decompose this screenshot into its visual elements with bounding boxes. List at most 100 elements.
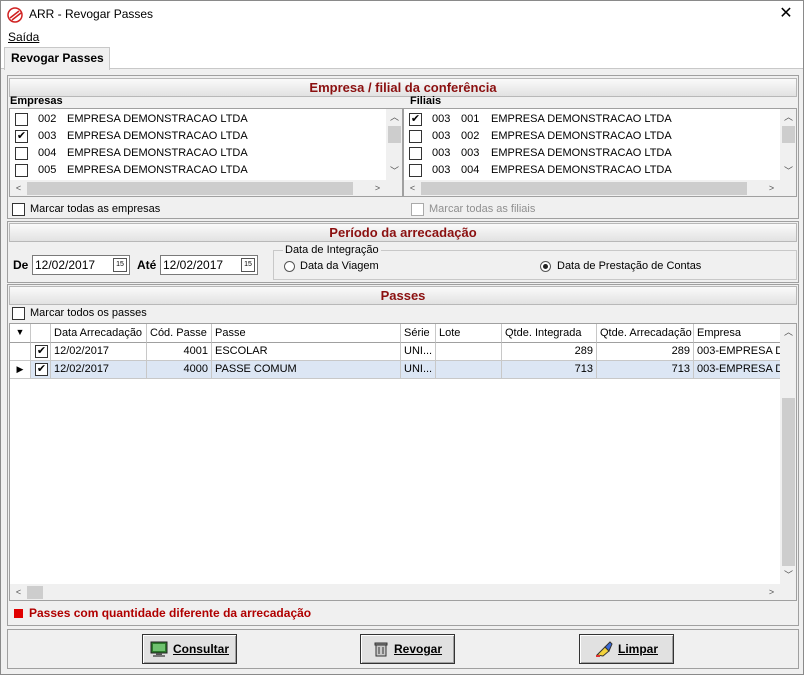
col-qtde-arrecadacao[interactable]: Qtde. Arrecadação [597, 324, 694, 343]
scroll-down-icon[interactable]: ﹀ [386, 163, 402, 180]
close-window-button[interactable]: ✕ [771, 3, 801, 27]
ate-label: Até [137, 258, 157, 272]
scroll-left-icon[interactable]: < [10, 584, 27, 600]
legend-text: Passes com quantidade diferente da arrec… [29, 606, 312, 620]
consultar-button[interactable]: Consultar [142, 634, 237, 664]
scroll-up-icon[interactable]: ︿ [780, 109, 796, 126]
empresa-code: 002 [38, 113, 57, 125]
scroll-thumb[interactable] [388, 126, 401, 143]
cell-passe: PASSE COMUM [212, 361, 401, 379]
row-checkbox[interactable]: ✔ [35, 345, 48, 358]
list-item[interactable]: ✔ 003 001 EMPRESA DEMONSTRACAO LTDA [404, 111, 796, 128]
grid-hscroll[interactable]: < > [10, 584, 780, 600]
ate-date-field[interactable]: 12/02/2017 15 [160, 255, 258, 275]
cell-data: 12/02/2017 [51, 343, 147, 361]
radio-data-viagem[interactable] [284, 261, 295, 272]
integracao-label: Data de Integração [283, 244, 381, 256]
limpar-button[interactable]: Limpar [579, 634, 674, 664]
scroll-down-icon[interactable]: ﹀ [780, 567, 796, 584]
empresas-vscroll[interactable]: ︿ ﹀ [386, 109, 402, 180]
list-item[interactable]: 002 EMPRESA DEMONSTRACAO LTDA [10, 111, 402, 128]
empresa-checkbox[interactable] [15, 113, 28, 126]
scroll-right-icon[interactable]: > [763, 584, 780, 600]
col-lote[interactable]: Lote [436, 324, 502, 343]
list-item[interactable]: ✔ 003 EMPRESA DEMONSTRACAO LTDA [10, 128, 402, 145]
empresa-name: EMPRESA DEMONSTRACAO LTDA [67, 164, 248, 176]
row-indicator[interactable] [10, 343, 31, 361]
list-item[interactable]: 003 003 EMPRESA DEMONSTRACAO LTDA [404, 145, 796, 162]
empresa-checkbox[interactable]: ✔ [15, 130, 28, 143]
data-viagem-label: Data da Viagem [300, 260, 379, 272]
list-item[interactable]: 003 002 EMPRESA DEMONSTRACAO LTDA [404, 128, 796, 145]
empresas-listbox[interactable]: 002 EMPRESA DEMONSTRACAO LTDA ✔ 003 EMPR… [9, 108, 403, 197]
filial-empresa-code: 003 [432, 130, 451, 142]
filial-checkbox[interactable] [409, 164, 422, 177]
col-qtde-integrada[interactable]: Qtde. Integrada [502, 324, 597, 343]
filial-code: 003 [461, 147, 480, 159]
empresa-checkbox[interactable] [15, 147, 28, 160]
filiais-listbox[interactable]: ✔ 003 001 EMPRESA DEMONSTRACAO LTDA 003 … [403, 108, 797, 197]
col-data-arrecadacao[interactable]: Data Arrecadação [51, 324, 147, 343]
scroll-thumb[interactable] [782, 398, 795, 566]
scroll-thumb[interactable] [421, 182, 747, 195]
cell-cod: 4000 [147, 361, 212, 379]
radio-data-prestacao[interactable] [540, 261, 551, 272]
menu-saida[interactable]: Saída [8, 30, 39, 44]
scroll-up-icon[interactable]: ︿ [386, 109, 402, 126]
tab-revogar-passes[interactable]: Revogar Passes [4, 47, 110, 70]
filiais-vscroll[interactable]: ︿ ﹀ [780, 109, 796, 180]
scroll-thumb[interactable] [27, 182, 353, 195]
cell-empresa: 003-EMPRESA D [694, 361, 781, 379]
grid-vscroll[interactable]: ︿ ﹀ [780, 324, 796, 584]
marcar-empresas-checkbox[interactable] [12, 203, 25, 216]
tab-strip: Revogar Passes [1, 47, 803, 70]
empresas-label: Empresas [10, 95, 63, 107]
filial-empresa-code: 003 [432, 113, 451, 125]
current-row-arrow-icon[interactable]: ▶ [10, 361, 31, 379]
limpar-label: Limpar [617, 642, 658, 656]
de-label: De [13, 258, 29, 272]
filial-checkbox[interactable] [409, 130, 422, 143]
filiais-hscroll[interactable]: < > [404, 180, 796, 196]
col-passe[interactable]: Passe [212, 324, 401, 343]
scroll-left-icon[interactable]: < [404, 180, 421, 196]
table-row-check-cell[interactable]: ✔ [31, 343, 51, 361]
scroll-left-icon[interactable]: < [10, 180, 27, 196]
scroll-up-icon[interactable]: ︿ [780, 324, 796, 341]
col-serie[interactable]: Série [401, 324, 436, 343]
row-checkbox[interactable]: ✔ [35, 363, 48, 376]
cell-lote [436, 343, 502, 361]
cell-qtde-integrada: 289 [502, 343, 597, 361]
empresa-checkbox[interactable] [15, 164, 28, 177]
filial-checkbox[interactable]: ✔ [409, 113, 422, 126]
revogar-button[interactable]: Revogar [360, 634, 455, 664]
data-prestacao-label: Data de Prestação de Contas [557, 260, 702, 272]
cell-qtde-arrecadacao: 713 [597, 361, 694, 379]
marcar-passes-checkbox[interactable] [12, 307, 25, 320]
calendar-icon[interactable]: 15 [241, 258, 255, 272]
col-empresa[interactable]: Empresa [694, 324, 781, 343]
filial-empresa-code: 003 [432, 164, 451, 176]
de-date-value: 12/02/2017 [35, 258, 96, 272]
scroll-down-icon[interactable]: ﹀ [780, 163, 796, 180]
legend-red-square-icon [14, 609, 23, 618]
list-item[interactable]: 005 EMPRESA DEMONSTRACAO LTDA [10, 162, 402, 179]
filial-checkbox[interactable] [409, 147, 422, 160]
cell-lote [436, 361, 502, 379]
calendar-icon[interactable]: 15 [113, 258, 127, 272]
grid-header-check[interactable] [31, 324, 51, 343]
passes-grid[interactable]: ▼ Data Arrecadação Cód. Passe Passe Séri… [9, 323, 797, 601]
table-row-check-cell[interactable]: ✔ [31, 361, 51, 379]
list-item[interactable]: 004 EMPRESA DEMONSTRACAO LTDA [10, 145, 402, 162]
list-item[interactable]: 003 004 EMPRESA DEMONSTRACAO LTDA [404, 162, 796, 179]
marcar-filiais-checkbox[interactable] [411, 203, 424, 216]
cell-data: 12/02/2017 [51, 361, 147, 379]
grid-menu-icon[interactable]: ▼ [10, 324, 31, 343]
col-cod-passe[interactable]: Cód. Passe [147, 324, 212, 343]
scroll-right-icon[interactable]: > [763, 180, 780, 196]
de-date-field[interactable]: 12/02/2017 15 [32, 255, 130, 275]
scroll-thumb[interactable] [782, 126, 795, 143]
scroll-thumb[interactable] [27, 586, 43, 599]
empresas-hscroll[interactable]: < > [10, 180, 402, 196]
scroll-right-icon[interactable]: > [369, 180, 386, 196]
